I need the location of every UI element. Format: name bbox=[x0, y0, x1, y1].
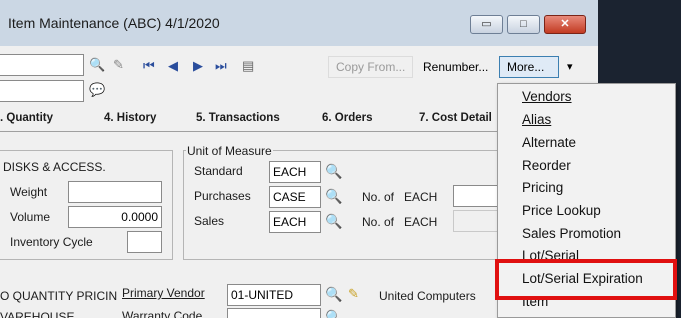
purchases-no-of-label: No. of bbox=[362, 190, 395, 204]
sales-label: Sales bbox=[194, 214, 225, 228]
close-button[interactable]: ✕ bbox=[544, 15, 586, 34]
vendor-clip-icon[interactable]: ✎ bbox=[348, 286, 359, 302]
first-record-icon[interactable]: ⏮ bbox=[143, 58, 155, 74]
menu-item-reorder[interactable]: Reorder bbox=[522, 158, 571, 173]
menu-item-alias[interactable]: Alias bbox=[522, 112, 551, 127]
sales-uom-field[interactable]: EACH bbox=[269, 211, 321, 233]
weight-label: Weight bbox=[10, 185, 48, 199]
warehouse-label: VAREHOUSE bbox=[0, 310, 75, 318]
quantity-pricing-label: O QUANTITY PRICIN bbox=[0, 289, 118, 303]
inventory-cycle-field[interactable] bbox=[127, 231, 162, 253]
weight-field[interactable] bbox=[68, 181, 162, 203]
primary-vendor-field[interactable]: 01-UNITED bbox=[227, 284, 321, 306]
purchases-uom-field[interactable]: CASE bbox=[269, 186, 321, 208]
menu-item-vendors[interactable]: Vendors bbox=[522, 89, 572, 104]
menu-item-pricing[interactable]: Pricing bbox=[522, 180, 563, 195]
menu-item-sales-promotion[interactable]: Sales Promotion bbox=[522, 226, 621, 241]
tab-orders[interactable]: 6. Orders bbox=[322, 112, 373, 124]
vendor-name: United Computers bbox=[379, 289, 476, 303]
highlight-box bbox=[495, 259, 677, 300]
volume-label: Volume bbox=[10, 210, 51, 224]
tab-transactions[interactable]: 5. Transactions bbox=[196, 112, 280, 124]
maximize-icon: □ bbox=[520, 18, 527, 30]
clip-icon[interactable]: ✎ bbox=[113, 57, 124, 73]
menu-item-price-lookup[interactable]: Price Lookup bbox=[522, 203, 601, 218]
next-record-icon[interactable]: ▶ bbox=[193, 58, 203, 74]
vendor-lookup-icon[interactable]: 🔍 bbox=[325, 286, 342, 302]
window-title: Item Maintenance (ABC) 4/1/2020 bbox=[8, 15, 220, 31]
copy-from-button[interactable]: Copy From... bbox=[328, 56, 414, 78]
purchases-lookup-icon[interactable]: 🔍 bbox=[325, 188, 342, 204]
standard-label: Standard bbox=[194, 164, 243, 178]
warranty-code-label: Warranty Code bbox=[122, 309, 203, 318]
maximize-button[interactable]: □ bbox=[507, 15, 540, 34]
warranty-code-field[interactable] bbox=[227, 308, 321, 318]
previous-record-icon[interactable]: ◀ bbox=[168, 58, 178, 74]
search-icon[interactable]: 🔍 bbox=[89, 57, 105, 73]
more-button[interactable]: More... bbox=[499, 56, 559, 78]
minimize-button[interactable]: ▭ bbox=[470, 15, 503, 34]
menu-item-alternate[interactable]: Alternate bbox=[522, 135, 576, 150]
inventory-cycle-label: Inventory Cycle bbox=[10, 235, 93, 249]
comment-icon[interactable]: 💬 bbox=[89, 82, 105, 98]
renumber-button[interactable]: Renumber... bbox=[415, 56, 497, 78]
last-record-icon[interactable]: ⏭ bbox=[215, 58, 227, 74]
warranty-lookup-icon[interactable]: 🔍 bbox=[325, 309, 342, 318]
minimize-icon: ▭ bbox=[481, 18, 492, 30]
standard-lookup-icon[interactable]: 🔍 bbox=[325, 163, 342, 179]
item-code-input[interactable] bbox=[0, 54, 84, 76]
standard-uom-field[interactable]: EACH bbox=[269, 161, 321, 183]
sales-no-of-label: No. of bbox=[362, 215, 395, 229]
purchases-label: Purchases bbox=[194, 189, 251, 203]
item-description-input[interactable] bbox=[0, 80, 84, 102]
notes-icon[interactable]: ▤ bbox=[242, 58, 254, 74]
purchases-no-of-unit: EACH bbox=[404, 190, 438, 204]
more-dropdown-icon[interactable]: ▾ bbox=[567, 60, 573, 73]
primary-vendor-link[interactable]: Primary Vendor bbox=[122, 286, 205, 300]
unit-of-measure-legend: Unit of Measure bbox=[186, 144, 273, 158]
sales-lookup-icon[interactable]: 🔍 bbox=[325, 213, 342, 229]
sales-no-of-unit: EACH bbox=[404, 215, 438, 229]
tab-history[interactable]: 4. History bbox=[104, 112, 156, 124]
close-icon: ✕ bbox=[560, 18, 570, 30]
category-label: DISKS & ACCESS. bbox=[3, 160, 106, 174]
tab-cost-detail[interactable]: 7. Cost Detail bbox=[419, 112, 492, 124]
volume-field[interactable]: 0.0000 bbox=[68, 206, 162, 228]
tab-quantity[interactable]: . Quantity bbox=[0, 112, 53, 124]
